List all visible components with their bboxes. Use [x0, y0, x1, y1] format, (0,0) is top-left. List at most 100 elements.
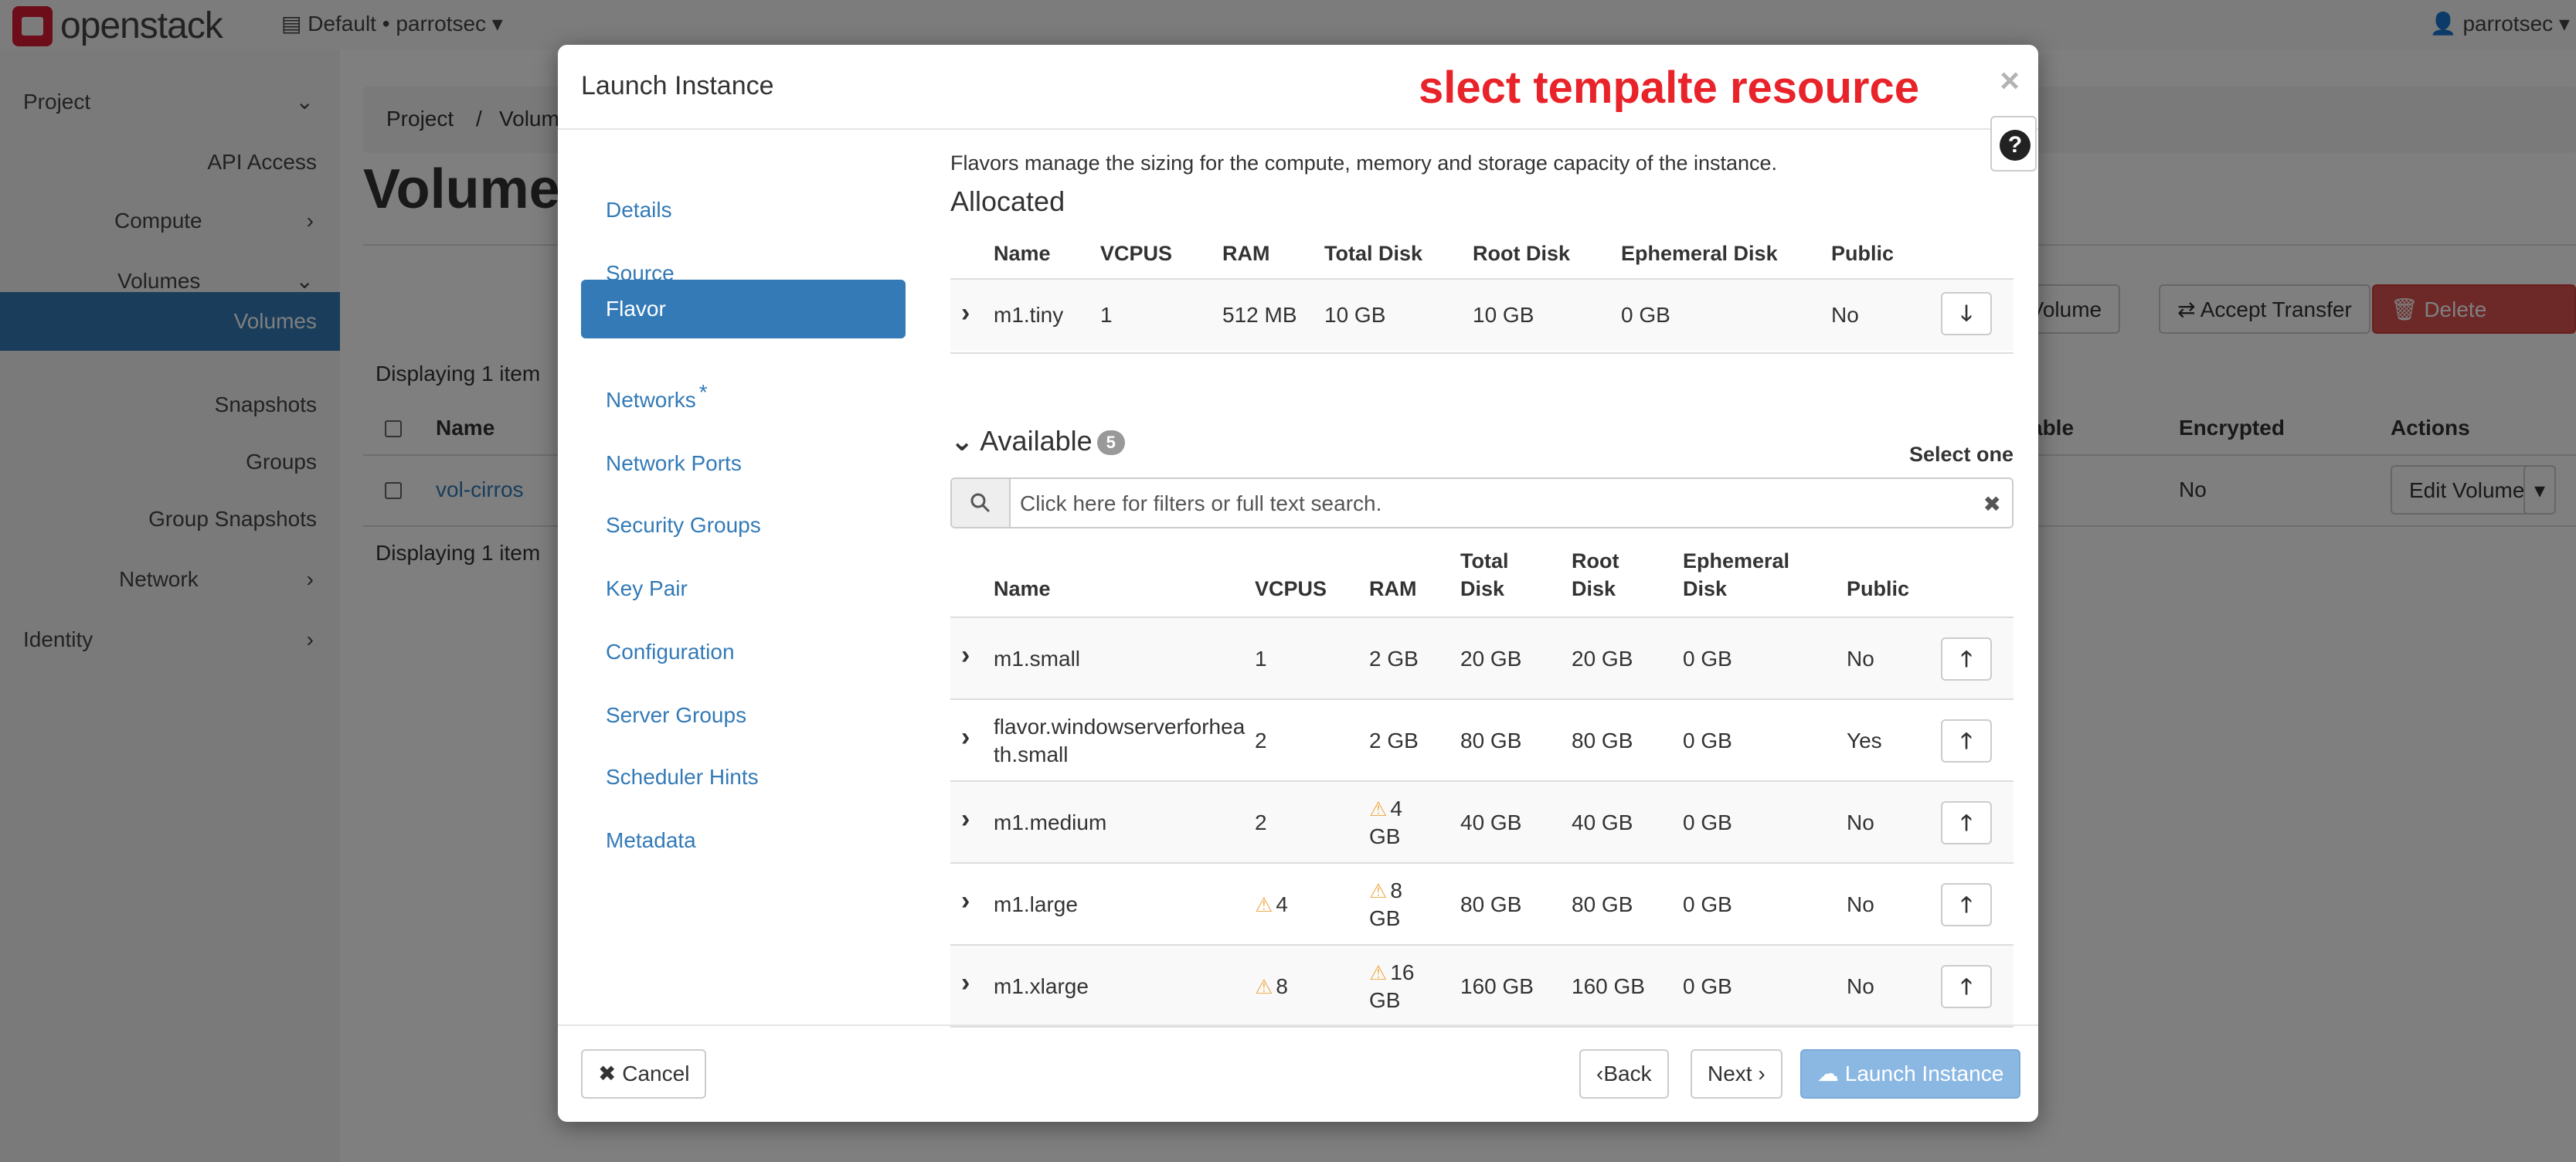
allocate-button[interactable]: 🡑 [1941, 637, 1992, 681]
flavor-value: 80 GB [1460, 729, 1522, 753]
available-header-root-disk[interactable]: Root Disk [1572, 547, 1619, 603]
flavor-vcpus: ⚠ 4 [1255, 891, 1288, 919]
flavor-ram-line: 2 GB [1369, 647, 1419, 671]
back-button[interactable]: ‹Back [1579, 1049, 1669, 1099]
chevron-right-icon[interactable]: › [961, 640, 970, 671]
flavor-ephemeral-disk: 0 GB [1683, 809, 1732, 837]
chevron-right-icon[interactable]: › [961, 298, 970, 328]
arrow-up-icon: 🡑 [1960, 647, 1973, 671]
chevron-right-icon[interactable]: › [961, 886, 970, 916]
allocated-header-root-disk[interactable]: Root Disk [1473, 240, 1570, 267]
wizard-step-key-pair[interactable]: Key Pair [581, 559, 906, 618]
flavor-value: No [1847, 892, 1874, 916]
chevron-right-icon[interactable]: › [961, 804, 970, 834]
wizard-step-server-groups[interactable]: Server Groups [581, 686, 906, 745]
flavor-ephemeral-disk: 0 GB [1621, 303, 1670, 327]
table-divider [950, 352, 2014, 354]
select-one-label: Select one [1908, 443, 2014, 466]
chevron-right-icon[interactable]: › [961, 968, 970, 998]
flavor-value: 0 GB [1683, 974, 1732, 998]
flavor-value: 0 GB [1683, 810, 1732, 834]
modal-title: Launch Instance [581, 71, 774, 100]
allocate-button[interactable]: 🡑 [1941, 719, 1992, 763]
wizard-step-details[interactable]: Details [581, 181, 906, 240]
allocated-header-ephemeral-disk[interactable]: Ephemeral Disk [1621, 240, 1778, 267]
flavor-value: 40 GB [1460, 810, 1522, 834]
flavor-name-line: m1.large [994, 892, 1078, 916]
flavor-public: No [1847, 645, 1874, 673]
flavor-ram: ⚠ 16 GB [1369, 959, 1414, 1014]
wizard-step-configuration[interactable]: Configuration [581, 623, 906, 681]
close-icon: ✖ [598, 1062, 623, 1086]
wizard-step-scheduler-hints[interactable]: Scheduler Hints [581, 748, 906, 807]
modal-footer: ✖ Cancel ‹Back Next › ☁ Launch Instance [558, 1024, 2038, 1122]
flavor-value: 40 GB [1572, 810, 1633, 834]
search-input[interactable] [1018, 479, 1949, 528]
available-row: › m1.medium ⚠ 4 GB 2 40 GB 40 GB 0 GB No 🡑 [950, 782, 2014, 862]
flavor-value: 8 [1276, 974, 1288, 998]
flavor-public: No [1831, 303, 1859, 327]
flavor-name: m1.xlarge [994, 973, 1089, 1001]
allocated-header-name[interactable]: Name [994, 240, 1051, 267]
arrow-up-icon: 🡑 [1960, 729, 1973, 753]
allocated-row: › m1.tiny 1 512 MB 10 GB 10 GB 0 GB No 🡓 [950, 280, 2014, 351]
flavor-total-disk: 80 GB [1460, 891, 1521, 919]
allocated-header-total-disk[interactable]: Total Disk [1324, 240, 1422, 267]
flavor-value: 0 GB [1683, 729, 1732, 753]
flavor-public: No [1847, 973, 1874, 1001]
help-button[interactable]: ? [1990, 116, 2037, 172]
flavor-ram-line: GB [1369, 824, 1401, 848]
allocated-header-public[interactable]: Public [1831, 240, 1894, 267]
cancel-button[interactable]: ✖ Cancel [581, 1049, 707, 1099]
flavor-name: m1.small [994, 645, 1080, 673]
available-title[interactable]: ⌄ Available 5 [950, 425, 1125, 457]
allocate-button[interactable]: 🡑 [1941, 965, 1992, 1008]
allocated-header-vcpus[interactable]: VCPUS [1100, 240, 1172, 267]
available-header-total-disk[interactable]: Total Disk [1460, 547, 1509, 603]
flavor-ram-line: 2 GB [1369, 729, 1419, 753]
available-header-vcpus[interactable]: VCPUS [1255, 575, 1327, 603]
flavor-name-line: flavor.windowserverforhea [994, 715, 1246, 739]
flavor-value: No [1847, 647, 1874, 671]
available-header-name[interactable]: Name [994, 575, 1051, 603]
flavor-value: 2 [1255, 810, 1267, 834]
allocate-button[interactable]: 🡑 [1941, 883, 1992, 926]
flavor-vcpus: 2 [1255, 809, 1267, 837]
chevron-right-icon[interactable]: › [961, 722, 970, 753]
allocate-button[interactable]: 🡑 [1941, 801, 1992, 844]
flavor-value: 4 [1276, 892, 1288, 916]
flavor-total-disk: 160 GB [1460, 973, 1534, 1001]
flavor-root-disk: 80 GB [1572, 727, 1633, 755]
wizard-step-security-groups[interactable]: Security Groups [581, 496, 906, 555]
available-count-badge: 5 [1096, 430, 1125, 456]
wizard-step-metadata[interactable]: Metadata [581, 811, 906, 870]
annotation-text: slect tempalte resource [1419, 63, 1919, 113]
wizard-step-networks[interactable]: Networks * [581, 371, 906, 430]
flavor-public: No [1847, 809, 1874, 837]
flavor-value: 1 [1255, 647, 1267, 671]
launch-label: Launch Instance [1844, 1062, 2004, 1086]
available-header-ram[interactable]: RAM [1369, 575, 1417, 603]
available-header-ephemeral-disk[interactable]: Ephemeral Disk [1683, 547, 1789, 603]
flavor-root-disk: 80 GB [1572, 891, 1633, 919]
search-icon [970, 493, 991, 513]
allocated-header-ram[interactable]: RAM [1222, 240, 1270, 267]
flavor-value: 160 GB [1460, 974, 1534, 998]
flavor-ephemeral-disk: 0 GB [1683, 973, 1732, 1001]
available-header-public[interactable]: Public [1847, 575, 1909, 603]
flavor-value: 2 [1255, 729, 1267, 753]
next-button[interactable]: Next › [1691, 1049, 1782, 1099]
deallocate-button[interactable]: 🡓 [1941, 292, 1992, 335]
wizard-step-flavor[interactable]: Flavor [581, 280, 906, 338]
flavor-description: Flavors manage the sizing for the comput… [950, 151, 1778, 175]
arrow-up-icon: 🡑 [1960, 974, 1973, 998]
flavor-value: No [1847, 810, 1874, 834]
flavor-name-line: m1.xlarge [994, 974, 1089, 998]
flavor-ram: 2 GB [1369, 727, 1419, 755]
clear-search-icon[interactable]: ✖ [1983, 491, 2001, 517]
wizard-step-network-ports[interactable]: Network Ports [581, 434, 906, 493]
close-icon[interactable]: × [2000, 62, 2020, 100]
flavor-public: Yes [1847, 727, 1882, 755]
available-row: › flavor.windowserverforhea th.small 2 GB 2 8… [950, 700, 2014, 780]
launch-instance-button[interactable]: ☁ Launch Instance [1800, 1049, 2021, 1099]
